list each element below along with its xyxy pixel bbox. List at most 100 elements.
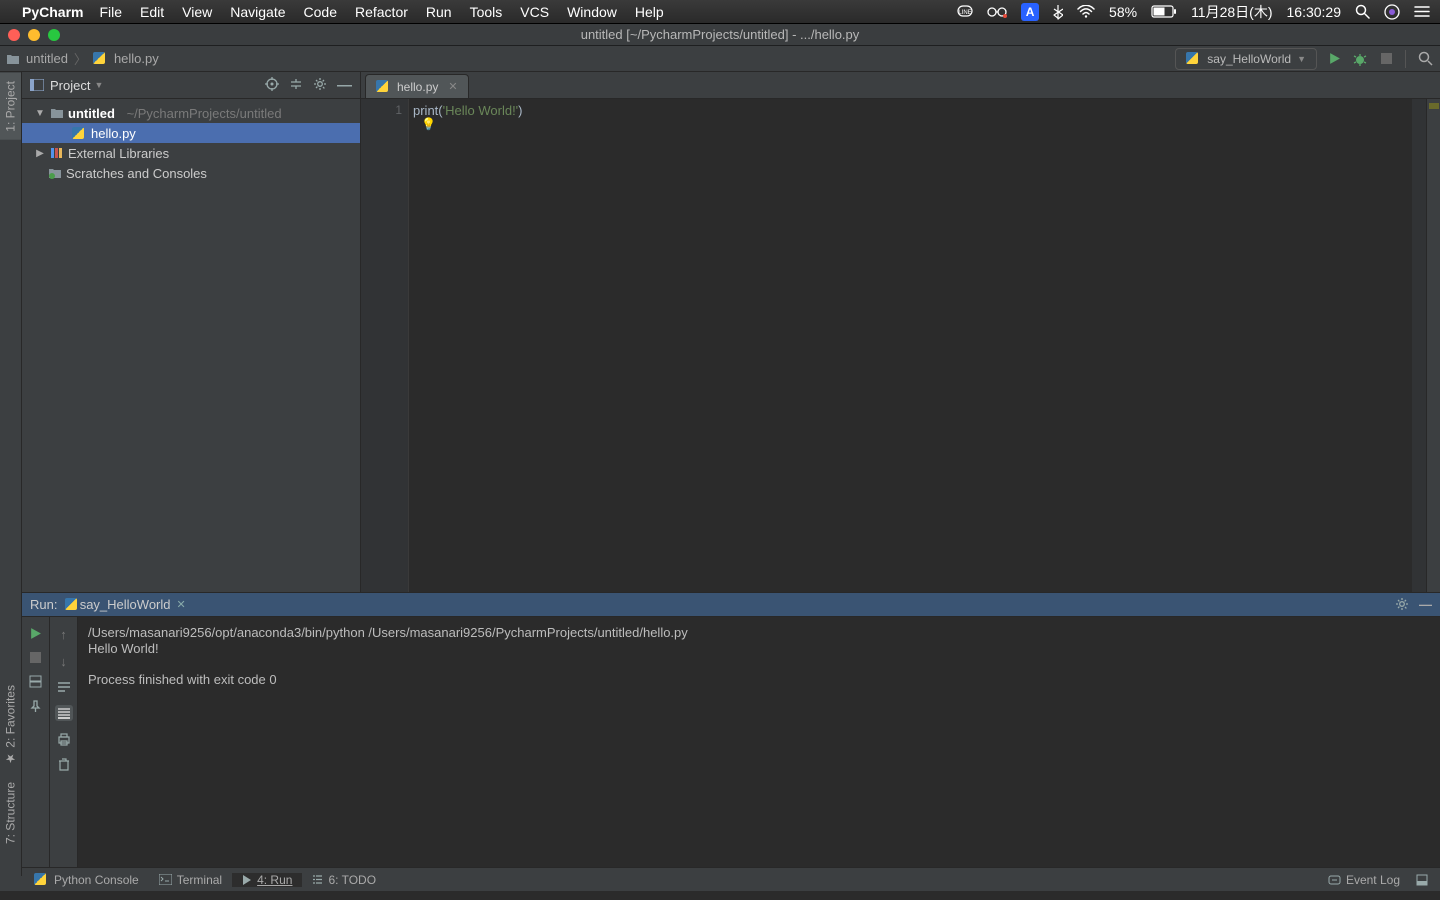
locate-icon[interactable] [265, 77, 279, 94]
tree-file-hello[interactable]: hello.py [22, 123, 360, 143]
close-tab-icon[interactable]: ✕ [448, 80, 457, 93]
gear-icon[interactable] [1395, 597, 1409, 612]
breadcrumb-file[interactable]: hello.py [114, 51, 159, 66]
battery-percent: 58% [1109, 4, 1137, 20]
run-config-selector[interactable]: say_HelloWorld ▼ [1175, 48, 1317, 70]
control-center-icon[interactable] [1414, 5, 1430, 18]
main-area: ▼ untitled ~/PycharmProjects/untitled he… [0, 99, 1440, 592]
rail-project[interactable]: 1: Project [0, 73, 21, 140]
line-app-icon[interactable]: LINE [957, 5, 973, 19]
editor-right-gutter [1412, 99, 1426, 592]
menu-run[interactable]: Run [426, 4, 452, 20]
menu-tools[interactable]: Tools [470, 4, 503, 20]
event-log-icon [1328, 874, 1341, 886]
python-file-icon [72, 126, 87, 141]
menu-code[interactable]: Code [304, 4, 337, 20]
rerun-button[interactable] [29, 627, 42, 640]
down-stack-icon[interactable]: ↓ [60, 654, 67, 669]
project-tree[interactable]: ▼ untitled ~/PycharmProjects/untitled he… [22, 99, 361, 592]
tree-extlibs-label: External Libraries [68, 146, 169, 161]
stop-button[interactable] [1377, 50, 1395, 68]
pin-icon[interactable] [29, 700, 42, 713]
menu-edit[interactable]: Edit [140, 4, 164, 20]
print-icon[interactable] [57, 733, 71, 746]
scroll-to-end-icon[interactable] [55, 705, 73, 721]
glasses-icon[interactable] [987, 6, 1007, 18]
ide-status-icon[interactable] [1410, 874, 1434, 886]
error-stripe[interactable] [1426, 99, 1440, 592]
trash-icon[interactable] [58, 758, 70, 772]
tree-root[interactable]: ▼ untitled ~/PycharmProjects/untitled [22, 103, 360, 123]
tree-external-libs[interactable]: ▶ External Libraries [22, 143, 360, 163]
rail-favorites[interactable]: ★2: Favorites [0, 677, 21, 774]
run-body: ↑ ↓ /Users/masanari9256/opt/anaconda3/bi… [0, 617, 1440, 867]
bottom-terminal[interactable]: Terminal [149, 873, 232, 887]
menu-refactor[interactable]: Refactor [355, 4, 408, 20]
play-icon [242, 875, 252, 885]
siri-icon[interactable] [1384, 4, 1400, 20]
app-name[interactable]: PyCharm [22, 4, 83, 20]
macos-menubar: PyCharm File Edit View Navigate Code Ref… [0, 0, 1440, 24]
spotlight-icon[interactable] [1355, 4, 1370, 19]
menu-help[interactable]: Help [635, 4, 664, 20]
editor-content[interactable]: 💡 print('Hello World!') [409, 99, 1412, 592]
console-output[interactable]: /Users/masanari9256/opt/anaconda3/bin/py… [78, 617, 1440, 867]
menu-window[interactable]: Window [567, 4, 617, 20]
bottom-run[interactable]: 4: Run [232, 873, 302, 887]
menu-view[interactable]: View [182, 4, 212, 20]
warning-marker[interactable] [1429, 103, 1439, 109]
console-line-1: /Users/masanari9256/opt/anaconda3/bin/py… [88, 625, 688, 640]
gear-icon[interactable] [313, 77, 327, 94]
toolbar-row: Project ▼ — hello.py ✕ [0, 72, 1440, 99]
close-run-tab-icon[interactable]: ✕ [177, 598, 186, 611]
soft-wrap-icon[interactable] [57, 681, 71, 693]
rail-structure[interactable]: 7: Structure [0, 774, 21, 852]
debug-button[interactable] [1351, 50, 1369, 68]
python-file-icon [93, 51, 108, 66]
menu-file[interactable]: File [99, 4, 122, 20]
run-toolbar-secondary: ↑ ↓ [50, 617, 78, 867]
folder-icon [6, 53, 20, 65]
window-close-button[interactable] [8, 29, 20, 41]
python-icon [65, 597, 80, 612]
bottom-python-console[interactable]: Python Console [24, 873, 149, 887]
wifi-icon[interactable] [1077, 5, 1095, 18]
library-icon [50, 147, 64, 159]
menu-navigate[interactable]: Navigate [230, 4, 285, 20]
stop-button[interactable] [30, 652, 41, 663]
svg-text:LINE: LINE [958, 10, 971, 16]
battery-icon[interactable] [1151, 5, 1177, 18]
window-minimize-button[interactable] [28, 29, 40, 41]
breadcrumb-root[interactable]: untitled [26, 51, 68, 66]
chevron-right-icon: 〉 [74, 49, 87, 68]
collapse-all-icon[interactable] [289, 77, 303, 94]
code-editor[interactable]: 1 💡 print('Hello World!') [361, 99, 1440, 592]
menu-vcs[interactable]: VCS [520, 4, 549, 20]
input-source-icon[interactable]: A [1021, 3, 1039, 21]
intention-bulb-icon[interactable]: 💡 [421, 117, 436, 131]
date-label[interactable]: 11月28日(木) [1191, 2, 1272, 22]
time-label[interactable]: 16:30:29 [1287, 4, 1342, 20]
bottom-event-log[interactable]: Event Log [1318, 873, 1410, 887]
todo-icon [312, 874, 323, 885]
line-number: 1 [367, 103, 402, 117]
bottom-todo[interactable]: 6: TODO [302, 873, 386, 887]
window-maximize-button[interactable] [48, 29, 60, 41]
python-icon [34, 873, 49, 887]
run-config-label[interactable]: say_HelloWorld [80, 597, 171, 612]
up-stack-icon[interactable]: ↑ [60, 627, 67, 642]
hide-panel-icon[interactable]: — [337, 77, 352, 94]
divider [1405, 50, 1406, 68]
tree-scratches[interactable]: Scratches and Consoles [22, 163, 360, 183]
search-everywhere-button[interactable] [1416, 50, 1434, 68]
window-title: untitled [~/PycharmProjects/untitled] - … [581, 27, 860, 42]
project-panel-title[interactable]: Project ▼ [50, 78, 103, 93]
editor-gutter: 1 [361, 99, 409, 592]
bluetooth-icon[interactable] [1053, 4, 1063, 20]
run-button[interactable] [1325, 50, 1343, 68]
python-icon [1186, 52, 1201, 66]
layout-icon[interactable] [29, 675, 42, 688]
scratches-icon [48, 167, 62, 179]
editor-tab-hello[interactable]: hello.py ✕ [365, 74, 469, 98]
hide-panel-icon[interactable]: — [1419, 597, 1432, 612]
